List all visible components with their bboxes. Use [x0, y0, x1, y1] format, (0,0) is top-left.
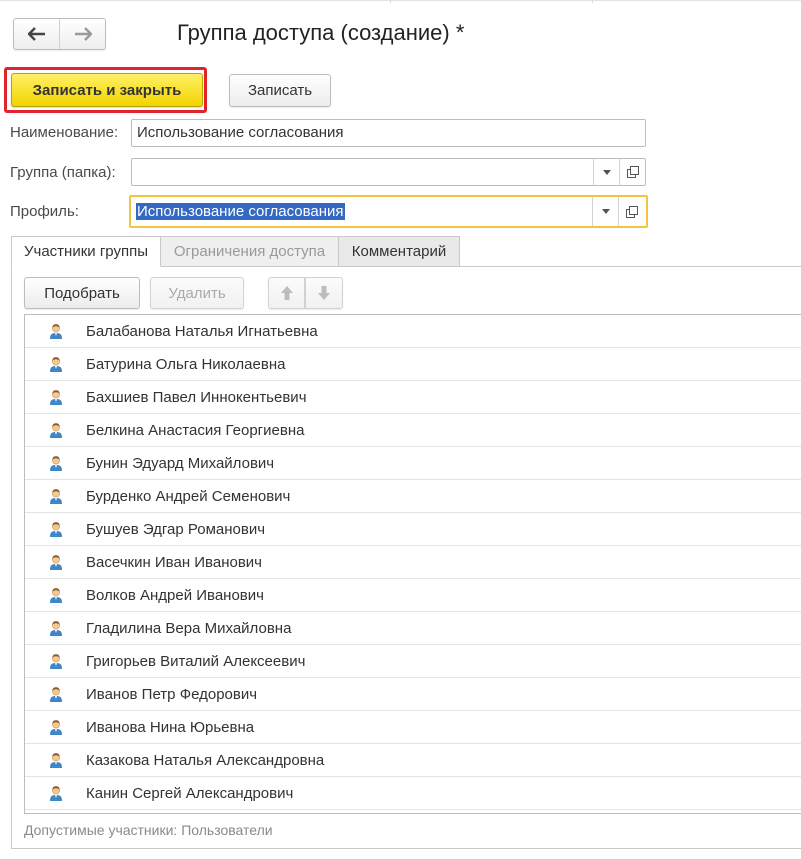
member-name: Иванова Нина Юрьевна — [86, 719, 255, 736]
group-open-button[interactable] — [619, 159, 646, 185]
save-and-close-button[interactable]: Записать и закрыть — [11, 73, 203, 107]
user-icon — [49, 422, 63, 441]
list-item[interactable]: Батурина Ольга Николаевна — [25, 348, 801, 381]
user-icon — [49, 686, 63, 705]
member-name: Белкина Анастасия Георгиевна — [86, 422, 305, 439]
top-separator — [390, 0, 391, 3]
profile-value-text: Использование согласования — [136, 203, 345, 220]
members-list[interactable]: Балабанова Наталья Игнатьевна Батурина Ол… — [24, 314, 801, 814]
user-icon — [49, 752, 63, 771]
list-item[interactable]: Бурденко Андрей Семенович — [25, 480, 801, 513]
profile-value: Использование согласования — [136, 203, 345, 220]
member-name: Васечкин Иван Иванович — [86, 554, 262, 571]
member-name: Иванов Петр Федорович — [86, 686, 258, 703]
member-name: Канин Сергей Александрович — [86, 785, 294, 802]
open-form-icon — [627, 166, 639, 178]
name-field[interactable]: Использование согласования — [131, 119, 646, 147]
arrow-left-icon — [27, 27, 45, 41]
member-name: Бахшиев Павел Иннокентьевич — [86, 389, 307, 406]
list-item[interactable]: Гладилина Вера Михайловна — [25, 612, 801, 645]
user-icon — [49, 719, 63, 738]
user-icon — [49, 389, 63, 408]
name-value: Использование согласования — [137, 124, 344, 141]
user-icon — [49, 455, 63, 474]
arrow-down-icon — [318, 286, 330, 300]
pick-button[interactable]: Подобрать — [24, 277, 140, 309]
arrow-up-icon — [280, 286, 293, 300]
user-icon — [49, 521, 63, 540]
chevron-down-icon — [602, 169, 611, 175]
member-name: Гладилина Вера Михайловна — [86, 620, 292, 637]
list-item[interactable]: Григорьев Виталий Алексеевич — [25, 645, 801, 678]
user-icon — [49, 356, 63, 375]
list-item[interactable]: Канин Сергей Александрович — [25, 777, 801, 810]
list-item[interactable]: Иванова Нина Юрьевна — [25, 711, 801, 744]
tab-members[interactable]: Участники группы — [11, 236, 161, 267]
group-dropdown-button[interactable] — [593, 159, 619, 185]
member-name: Батурина Ольга Николаевна — [86, 356, 286, 373]
tab-panel-border — [11, 266, 12, 849]
user-icon — [49, 620, 63, 639]
profile-field[interactable]: Использование согласования — [129, 195, 648, 228]
move-down-button[interactable] — [305, 277, 343, 309]
profile-open-button[interactable] — [618, 197, 645, 226]
chevron-down-icon — [601, 209, 610, 214]
user-icon — [49, 323, 63, 342]
arrow-right-icon — [74, 27, 92, 41]
list-item[interactable]: Казакова Наталья Александровна — [25, 744, 801, 777]
user-icon — [49, 653, 63, 672]
profile-dropdown-button[interactable] — [592, 197, 618, 226]
top-separator — [592, 0, 593, 3]
list-item[interactable]: Бахшиев Павел Иннокентьевич — [25, 381, 801, 414]
window-top-border — [0, 0, 801, 1]
member-name: Балабанова Наталья Игнатьевна — [86, 323, 318, 340]
tab-panel-border — [11, 848, 801, 849]
profile-label: Профиль: — [10, 203, 79, 220]
list-item[interactable]: Бушуев Эдгар Романович — [25, 513, 801, 546]
member-name: Григорьев Виталий Алексеевич — [86, 653, 306, 670]
back-button[interactable] — [14, 19, 59, 49]
member-name: Бунин Эдуард Михайлович — [86, 455, 275, 472]
delete-button[interactable]: Удалить — [150, 277, 244, 309]
member-name: Волков Андрей Иванович — [86, 587, 264, 604]
list-item[interactable]: Балабанова Наталья Игнатьевна — [25, 315, 801, 348]
open-form-icon — [626, 205, 638, 218]
list-item[interactable]: Иванов Петр Федорович — [25, 678, 801, 711]
name-label: Наименование: — [10, 124, 119, 141]
member-name: Казакова Наталья Александровна — [86, 752, 325, 769]
list-item[interactable]: Васечкин Иван Иванович — [25, 546, 801, 579]
group-label: Группа (папка): — [10, 164, 116, 181]
page-title: Группа доступа (создание) * — [177, 20, 465, 45]
user-icon — [49, 554, 63, 573]
list-item[interactable]: Бунин Эдуард Михайлович — [25, 447, 801, 480]
user-icon — [49, 785, 63, 804]
member-name: Бушуев Эдгар Романович — [86, 521, 266, 538]
forward-button[interactable] — [60, 19, 105, 49]
move-up-button[interactable] — [268, 277, 305, 309]
navigation-group — [13, 18, 106, 50]
group-field[interactable] — [131, 158, 646, 186]
member-name: Бурденко Андрей Семенович — [86, 488, 291, 505]
list-item[interactable]: Белкина Анастасия Георгиевна — [25, 414, 801, 447]
save-button[interactable]: Записать — [229, 74, 331, 107]
tab-access-restrictions[interactable]: Ограничения доступа — [160, 236, 339, 267]
allowed-members-note: Допустимые участники: Пользователи — [24, 822, 273, 838]
user-icon — [49, 488, 63, 507]
user-icon — [49, 587, 63, 606]
tab-comment[interactable]: Комментарий — [338, 236, 460, 267]
list-item[interactable]: Волков Андрей Иванович — [25, 579, 801, 612]
